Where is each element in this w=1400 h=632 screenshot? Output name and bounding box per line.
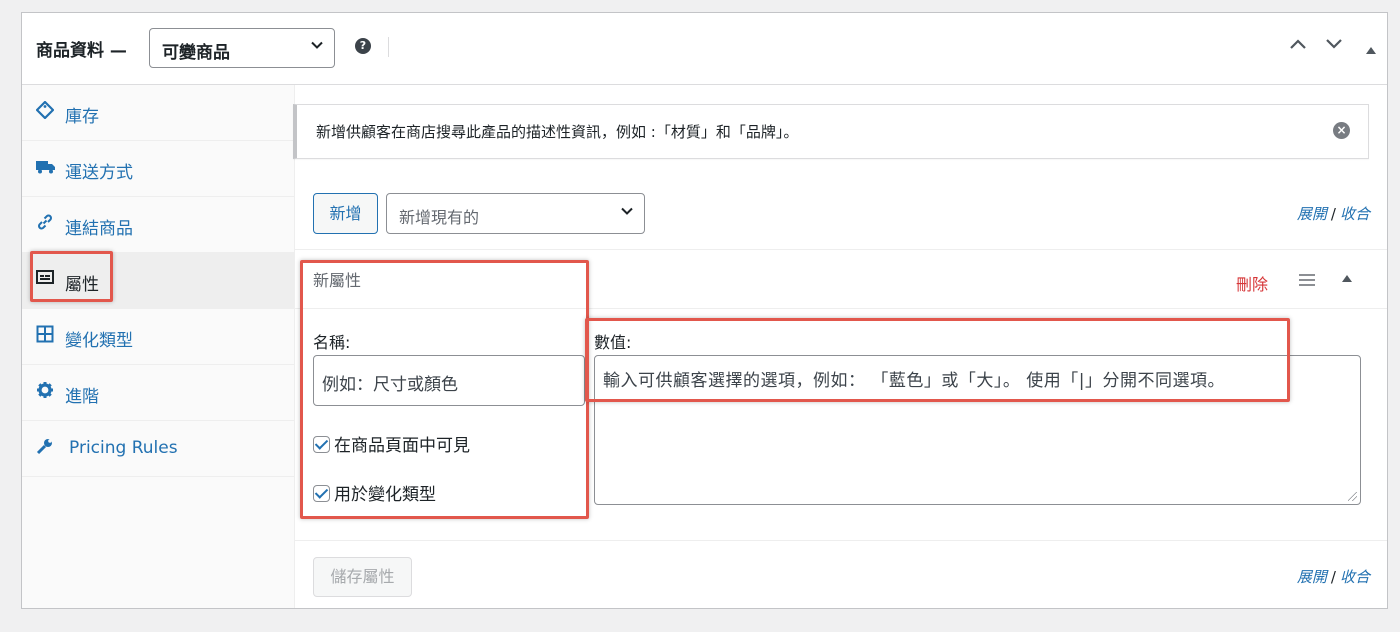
resize-handle-icon[interactable] <box>1348 492 1357 501</box>
footer-expand-collapse-links: 展開 / 收合 <box>1297 566 1370 587</box>
variation-checkbox[interactable] <box>313 485 330 502</box>
list-card-icon <box>36 269 56 289</box>
gear-icon <box>36 381 56 401</box>
tag-icon <box>35 100 56 121</box>
name-label: 名稱: <box>313 333 351 352</box>
question-icon[interactable]: ? <box>355 38 371 54</box>
move-down-icon[interactable] <box>1325 35 1343 56</box>
sidebar-item-label: 進階 <box>65 387 99 407</box>
grid-icon <box>36 325 56 345</box>
sidebar-item-pricing-rules[interactable]: Pricing Rules <box>22 421 294 477</box>
values-placeholder: 輸入可供顧客選擇的選項，例如： 「藍色」或「大」。 使用「|」分開不同選項。 <box>603 371 1226 391</box>
expand-all-link[interactable]: 展開 <box>1297 568 1327 586</box>
sidebar-item-label: 庫存 <box>65 107 99 127</box>
panel-header: 商品資料 — 可變商品 ? <box>22 13 1387 85</box>
sidebar-item-label: 屬性 <box>65 275 99 295</box>
save-attributes-button[interactable]: 儲存屬性 <box>313 557 412 597</box>
sidebar-item-label: 變化類型 <box>65 331 133 351</box>
drag-handle-icon[interactable] <box>1299 274 1315 289</box>
visible-checkbox[interactable] <box>313 436 330 453</box>
chevron-down-icon <box>310 38 324 56</box>
existing-attribute-select[interactable]: 新增現有的 <box>386 193 645 234</box>
toggle-panel-icon[interactable] <box>1365 39 1377 60</box>
info-notice: 新增供顧客在商店搜尋此產品的描述性資訊，例如 :「材質」和「品牌」。 × <box>293 104 1369 159</box>
sidebar-item-shipping[interactable]: 運送方式 <box>22 141 294 197</box>
used-for-variations-option[interactable]: 用於變化類型 <box>313 480 436 505</box>
sidebar-item-linked-products[interactable]: 連結商品 <box>22 197 294 253</box>
link-separator: / <box>1330 205 1336 223</box>
values-label: 數值: <box>594 333 632 352</box>
sidebar-item-label: 連結商品 <box>65 219 133 239</box>
attribute-name-input[interactable]: 例如：尺寸或顏色 <box>313 355 585 406</box>
attribute-header[interactable]: 新屬性 刪除 <box>294 250 1387 309</box>
link-icon <box>36 213 56 233</box>
sidebar-item-inventory[interactable]: 庫存 <box>22 85 294 141</box>
toggle-attribute-icon[interactable] <box>1341 272 1353 287</box>
add-attribute-button[interactable]: 新增 <box>313 193 378 234</box>
variation-label: 用於變化類型 <box>334 485 436 505</box>
link-separator: / <box>1330 568 1336 586</box>
sidebar-item-label: Pricing Rules <box>69 438 178 458</box>
sidebar-item-variations[interactable]: 變化類型 <box>22 309 294 365</box>
notice-message: 新增供顧客在商店搜尋此產品的描述性資訊，例如 :「材質」和「品牌」。 <box>316 123 799 141</box>
expand-collapse-links: 展開 / 收合 <box>1297 203 1370 224</box>
chevron-down-icon <box>620 204 634 222</box>
collapse-all-link[interactable]: 收合 <box>1340 205 1370 223</box>
close-icon[interactable]: × <box>1333 122 1350 139</box>
existing-attribute-placeholder: 新增現有的 <box>399 208 480 227</box>
expand-all-link[interactable]: 展開 <box>1297 205 1327 223</box>
attribute-title: 新屬性 <box>313 271 362 290</box>
product-type-select[interactable]: 可變商品 <box>149 28 335 68</box>
sidebar-item-label: 運送方式 <box>65 163 133 183</box>
delete-attribute-link[interactable]: 刪除 <box>1236 271 1268 295</box>
wrench-icon <box>36 437 56 457</box>
divider <box>388 37 389 57</box>
product-data-tabs: 庫存 運送方式 連結商品 屬性 變化類型 進階 Pricing Rules <box>22 85 295 608</box>
truck-icon <box>36 157 56 177</box>
move-up-icon[interactable] <box>1289 35 1307 56</box>
panel-title: 商品資料 — <box>36 41 127 61</box>
product-type-value: 可變商品 <box>162 43 230 63</box>
name-placeholder: 例如：尺寸或顏色 <box>322 375 458 395</box>
sidebar-item-advanced[interactable]: 進階 <box>22 365 294 421</box>
sidebar-item-attributes[interactable]: 屬性 <box>22 253 294 309</box>
attribute-values-textarea[interactable]: 輸入可供顧客選擇的選項，例如： 「藍色」或「大」。 使用「|」分開不同選項。 <box>594 355 1361 505</box>
visible-label: 在商品頁面中可見 <box>334 436 470 456</box>
visible-on-product-page-option[interactable]: 在商品頁面中可見 <box>313 431 470 456</box>
collapse-all-link[interactable]: 收合 <box>1340 568 1370 586</box>
